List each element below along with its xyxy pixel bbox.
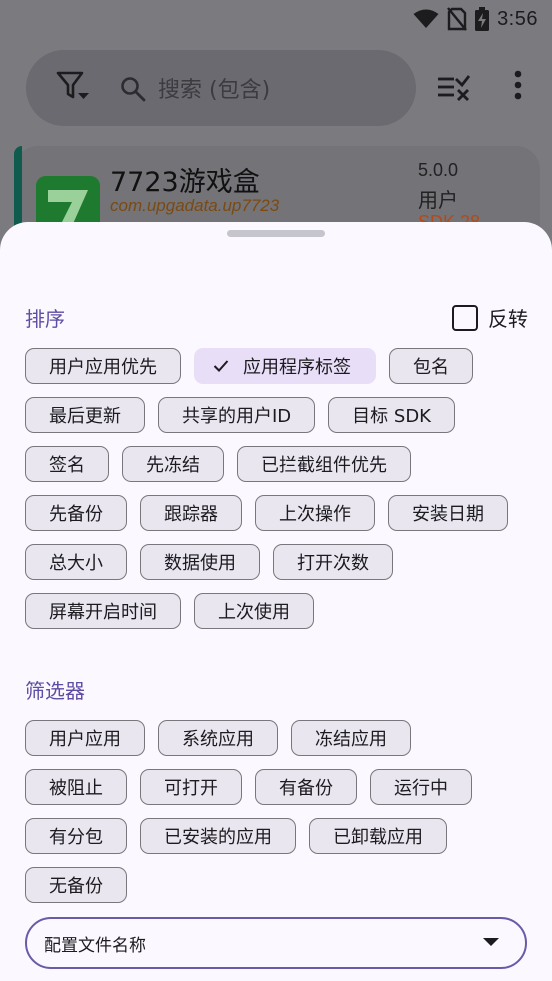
- chip-label: 有分包: [49, 827, 103, 848]
- profile-dropdown-label: 配置文件名称: [44, 936, 146, 956]
- chip-row: 屏幕开启时间 上次使用: [25, 593, 314, 629]
- chip-屏幕开启时间[interactable]: 屏幕开启时间: [25, 593, 181, 629]
- chip-label: 可打开: [164, 778, 218, 799]
- chip-签名[interactable]: 签名: [25, 446, 109, 482]
- status-time: 3:56: [497, 7, 538, 30]
- wifi-icon: [413, 9, 439, 28]
- filter-section-title: 筛选器: [25, 679, 85, 703]
- filter-icon[interactable]: [56, 70, 90, 102]
- chip-总大小[interactable]: 总大小: [25, 544, 127, 580]
- check-icon: [213, 359, 229, 373]
- status-bar: 3:56: [0, 0, 552, 40]
- chip-跟踪器[interactable]: 跟踪器: [140, 495, 242, 531]
- status-icons: 3:56: [413, 6, 538, 32]
- chip-label: 打开次数: [297, 553, 369, 574]
- chip-共享的用户ID[interactable]: 共享的用户ID: [158, 397, 316, 433]
- chip-row: 先备份 跟踪器 上次操作 安装日期: [25, 495, 508, 531]
- app-name: 7723游戏盒: [110, 167, 260, 198]
- chip-label: 系统应用: [182, 729, 254, 750]
- chip-冻结应用[interactable]: 冻结应用: [291, 720, 411, 756]
- chip-先冻结[interactable]: 先冻结: [122, 446, 224, 482]
- reverse-toggle[interactable]: 反转: [452, 303, 528, 332]
- chip-label: 共享的用户ID: [182, 406, 292, 427]
- chip-label: 安装日期: [412, 504, 484, 525]
- chip-运行中[interactable]: 运行中: [370, 769, 472, 805]
- chip-label: 签名: [49, 455, 85, 476]
- chip-用户应用优先[interactable]: 用户应用优先: [25, 348, 181, 384]
- chip-先备份[interactable]: 先备份: [25, 495, 127, 531]
- chip-label: 已卸载应用: [333, 827, 423, 848]
- chip-目标 SDK[interactable]: 目标 SDK: [328, 397, 455, 433]
- chip-label: 目标 SDK: [352, 406, 431, 427]
- search-bar[interactable]: 搜索 (包含): [26, 50, 416, 126]
- chip-已安装的应用[interactable]: 已安装的应用: [140, 818, 296, 854]
- chip-label: 被阻止: [49, 778, 103, 799]
- chip-row: 无备份: [25, 867, 127, 903]
- chip-应用程序标签[interactable]: 应用程序标签: [194, 348, 376, 384]
- chip-label: 运行中: [394, 778, 448, 799]
- chip-label: 总大小: [49, 553, 103, 574]
- chip-已卸载应用[interactable]: 已卸载应用: [309, 818, 447, 854]
- chip-有备份[interactable]: 有备份: [255, 769, 357, 805]
- chip-最后更新[interactable]: 最后更新: [25, 397, 145, 433]
- chip-label: 已拦截组件优先: [261, 455, 387, 476]
- drag-handle[interactable]: [227, 230, 325, 237]
- chip-label: 数据使用: [164, 553, 236, 574]
- chip-row: 签名 先冻结 已拦截组件优先: [25, 446, 411, 482]
- chip-label: 用户应用优先: [49, 357, 157, 378]
- chip-label: 先冻结: [146, 455, 200, 476]
- chip-label: 用户应用: [49, 729, 121, 750]
- chip-无备份[interactable]: 无备份: [25, 867, 127, 903]
- chip-label: 应用程序标签: [243, 357, 351, 378]
- chip-打开次数[interactable]: 打开次数: [273, 544, 393, 580]
- chip-有分包[interactable]: 有分包: [25, 818, 127, 854]
- chip-用户应用[interactable]: 用户应用: [25, 720, 145, 756]
- chip-系统应用[interactable]: 系统应用: [158, 720, 278, 756]
- chip-label: 冻结应用: [315, 729, 387, 750]
- chip-row: 有分包 已安装的应用 已卸载应用: [25, 818, 447, 854]
- chip-label: 上次使用: [218, 602, 290, 623]
- chip-label: 先备份: [49, 504, 103, 525]
- chip-row: 最后更新 共享的用户ID 目标 SDK: [25, 397, 455, 433]
- chip-被阻止[interactable]: 被阻止: [25, 769, 127, 805]
- profile-dropdown[interactable]: 配置文件名称: [25, 917, 527, 969]
- app-version: 5.0.0: [418, 160, 459, 180]
- battery-charging-icon: [475, 7, 490, 31]
- chip-label: 无备份: [49, 876, 103, 897]
- sort-filter-sheet: 排序 反转 用户应用优先 应用程序标签 包名 最后更新 共享的用户ID 目标 SDK 签名先…: [0, 222, 552, 981]
- search-icon: [121, 77, 146, 102]
- chip-已拦截组件优先[interactable]: 已拦截组件优先: [237, 446, 411, 482]
- app-package: com.upgadata.up7723: [110, 196, 280, 215]
- chip-包名[interactable]: 包名: [389, 348, 473, 384]
- chip-row: 总大小 数据使用 打开次数: [25, 544, 393, 580]
- reverse-label: 反转: [488, 307, 528, 331]
- chip-label: 屏幕开启时间: [49, 602, 157, 623]
- chip-安装日期[interactable]: 安装日期: [388, 495, 508, 531]
- chip-label: 已安装的应用: [164, 827, 272, 848]
- app-type: 用户: [418, 188, 458, 212]
- chip-row: 被阻止 可打开 有备份 运行中: [25, 769, 472, 805]
- reverse-checkbox[interactable]: [452, 304, 478, 331]
- search-input[interactable]: 搜索 (包含): [158, 72, 270, 104]
- chip-可打开[interactable]: 可打开: [140, 769, 242, 805]
- chip-label: 有备份: [279, 778, 333, 799]
- chip-label: 跟踪器: [164, 504, 218, 525]
- chip-上次操作[interactable]: 上次操作: [255, 495, 375, 531]
- chip-label: 包名: [413, 357, 449, 378]
- chip-上次使用[interactable]: 上次使用: [194, 593, 314, 629]
- no-sim-icon: [447, 7, 467, 31]
- sort-section-title: 排序: [25, 307, 65, 331]
- chip-row: 用户应用 系统应用 冻结应用: [25, 720, 411, 756]
- more-vert-icon[interactable]: [514, 70, 522, 100]
- chip-label: 最后更新: [49, 406, 121, 427]
- chip-label: 上次操作: [279, 504, 351, 525]
- chip-row: 用户应用优先 应用程序标签 包名: [25, 348, 473, 384]
- checklist-icon[interactable]: [436, 73, 470, 101]
- dropdown-arrow-icon[interactable]: [483, 938, 499, 946]
- chip-数据使用[interactable]: 数据使用: [140, 544, 260, 580]
